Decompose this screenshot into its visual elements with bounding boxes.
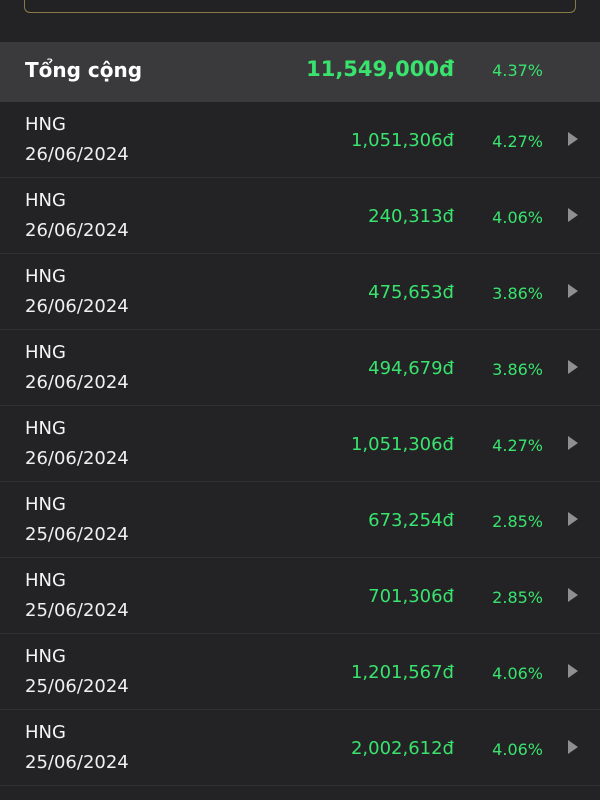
date-label: 25/06/2024 (25, 524, 129, 545)
amount-value: 1,051,306đ (350, 130, 454, 151)
amount-value: 673,254đ (368, 510, 454, 531)
ticker-label: HNG (25, 266, 66, 287)
list-item[interactable]: HNG 26/06/2024 1,051,306đ 4.27% (0, 406, 600, 482)
amount-value: 240,313đ (368, 206, 454, 227)
chevron-right-icon[interactable] (568, 132, 578, 146)
list-item[interactable]: HNG 26/06/2024 1,051,306đ 4.27% (0, 102, 600, 178)
ticker-label: HNG (25, 494, 66, 515)
list-item[interactable]: HNG 25/06/2024 701,306đ 2.85% (0, 558, 600, 634)
amount-value: 701,306đ (368, 586, 454, 607)
amount-value: 1,051,306đ (350, 434, 454, 455)
chevron-right-icon[interactable] (568, 284, 578, 298)
ticker-label: HNG (25, 418, 66, 439)
ticker-label: HNG (25, 114, 66, 135)
summary-label: Tổng cộng (25, 58, 143, 82)
chevron-right-icon[interactable] (568, 664, 578, 678)
percent-value: 4.27% (492, 132, 543, 151)
chevron-right-icon[interactable] (568, 588, 578, 602)
chevron-right-icon[interactable] (568, 740, 578, 754)
percent-value: 3.86% (492, 360, 543, 379)
list-item[interactable]: HNG 25/06/2024 673,254đ 2.85% (0, 482, 600, 558)
transaction-list: HNG 26/06/2024 1,051,306đ 4.27% HNG 26/0… (0, 102, 600, 786)
summary-row: Tổng cộng 11,549,000đ 4.37% (0, 42, 600, 102)
percent-value: 4.06% (492, 664, 543, 683)
chevron-right-icon[interactable] (568, 360, 578, 374)
date-label: 26/06/2024 (25, 144, 129, 165)
summary-amount: 11,549,000đ (306, 57, 454, 81)
ticker-label: HNG (25, 570, 66, 591)
percent-value: 2.85% (492, 588, 543, 607)
list-item[interactable]: HNG 26/06/2024 475,653đ 3.86% (0, 254, 600, 330)
date-label: 26/06/2024 (25, 448, 129, 469)
amount-value: 494,679đ (368, 358, 454, 379)
top-area (0, 0, 600, 40)
list-item[interactable]: HNG 25/06/2024 1,201,567đ 4.06% (0, 634, 600, 710)
chevron-right-icon[interactable] (568, 436, 578, 450)
date-label: 26/06/2024 (25, 296, 129, 317)
percent-value: 2.85% (492, 512, 543, 531)
date-label: 26/06/2024 (25, 372, 129, 393)
list-item[interactable]: HNG 26/06/2024 494,679đ 3.86% (0, 330, 600, 406)
list-item[interactable]: HNG 26/06/2024 240,313đ 4.06% (0, 178, 600, 254)
ticker-label: HNG (25, 190, 66, 211)
date-label: 25/06/2024 (25, 752, 129, 773)
list-item[interactable]: HNG 25/06/2024 2,002,612đ 4.06% (0, 710, 600, 786)
date-label: 25/06/2024 (25, 600, 129, 621)
date-label: 26/06/2024 (25, 220, 129, 241)
summary-percent: 4.37% (492, 61, 543, 80)
ticker-label: HNG (25, 722, 66, 743)
chevron-right-icon[interactable] (568, 208, 578, 222)
percent-value: 4.06% (492, 740, 543, 759)
amount-value: 1,201,567đ (350, 662, 454, 683)
chevron-right-icon[interactable] (568, 512, 578, 526)
percent-value: 4.27% (492, 436, 543, 455)
percent-value: 3.86% (492, 284, 543, 303)
ticker-label: HNG (25, 646, 66, 667)
ticker-label: HNG (25, 342, 66, 363)
top-input-frame[interactable] (24, 0, 576, 13)
amount-value: 2,002,612đ (350, 738, 454, 759)
date-label: 25/06/2024 (25, 676, 129, 697)
amount-value: 475,653đ (368, 282, 454, 303)
percent-value: 4.06% (492, 208, 543, 227)
